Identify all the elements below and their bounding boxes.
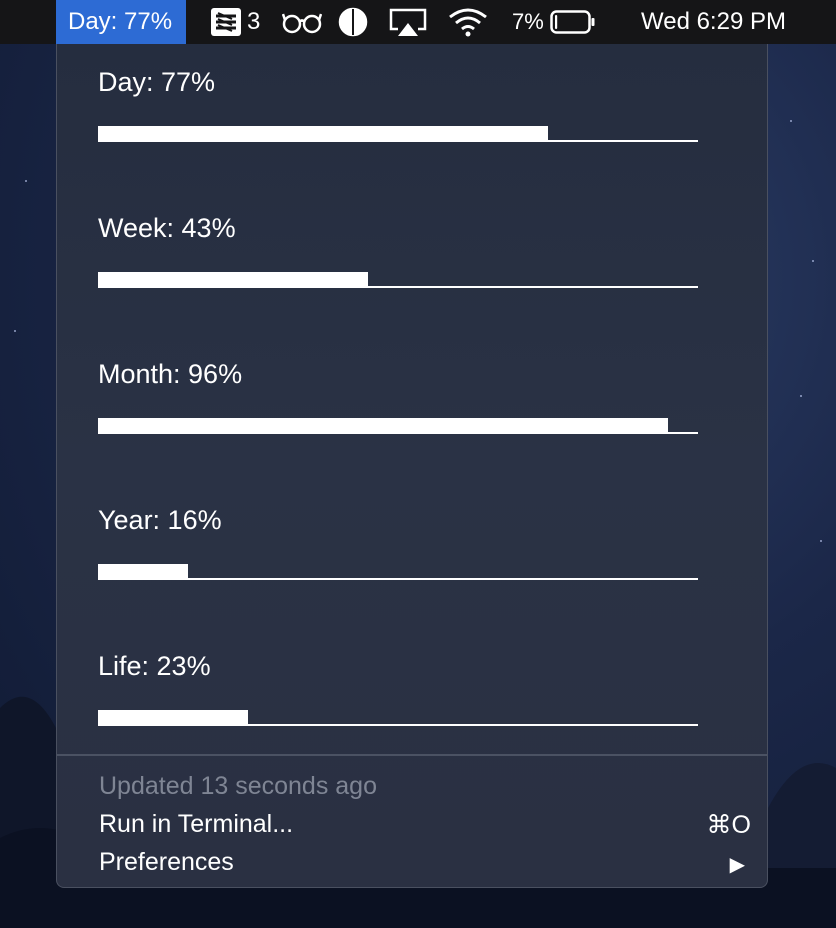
glasses-menu-extra[interactable] [282,0,322,44]
progress-bar-fill [98,272,368,288]
progress-bar [98,126,698,142]
progress-bar [98,272,698,288]
progress-item: Month: 96% [98,356,698,434]
run-in-terminal-shortcut: ⌘O [706,811,751,839]
progress-menu-extra[interactable]: Day: 77% [56,0,187,44]
contrast-icon [338,7,368,37]
progress-item: Day: 77% [98,64,698,142]
progress-item: Week: 43% [98,210,698,288]
progress-bar-fill [98,564,188,580]
progress-label: Year: 16% [98,505,222,535]
progress-item: Year: 16% [98,502,698,580]
progress-label: Life: 23% [98,651,211,681]
submenu-arrow-icon: ▶ [729,854,745,876]
progress-item: Life: 23% [98,648,698,726]
progress-label: Day: 77% [98,67,216,97]
dark-mode-menu-extra[interactable] [338,0,368,44]
clock-menu-extra[interactable]: Wed 6:29 PM [641,0,786,44]
progress-label: Month: 96% [98,359,243,389]
stack-icon [210,7,242,37]
battery-icon [550,10,596,34]
battery-percent: 7% [512,9,544,34]
todo-count: 3 [247,8,261,35]
wifi-icon [448,7,488,37]
menu-bar: Day: 77% 3 7% Wed 6:29 PM [0,0,836,44]
active-menu-title: Day: 77% [68,8,173,35]
airplay-icon [388,7,428,37]
progress-bar [98,418,698,434]
menu-divider [57,754,767,756]
glasses-icon [282,10,322,34]
battery-menu-extra[interactable]: 7% [512,0,596,44]
clock: Wed 6:29 PM [641,8,786,35]
progress-label: Week: 43% [98,213,236,243]
progress-bar-fill [98,126,548,142]
airplay-menu-extra[interactable] [388,0,428,44]
progress-bar-track [98,578,698,580]
wifi-menu-extra[interactable] [448,0,488,44]
progress-dropdown: Day: 77% Week: 43% Month: 96% Year: 16% Life… [56,44,768,888]
last-updated-status: Updated 13 seconds ago [99,772,377,800]
progress-bar [98,710,698,726]
progress-bar-fill [98,710,248,726]
preferences-item[interactable]: Preferences [99,848,234,877]
progress-bar [98,564,698,580]
todo-menu-extra[interactable]: 3 [210,0,260,44]
progress-bar-fill [98,418,668,434]
run-in-terminal-item[interactable]: Run in Terminal... [99,810,293,839]
